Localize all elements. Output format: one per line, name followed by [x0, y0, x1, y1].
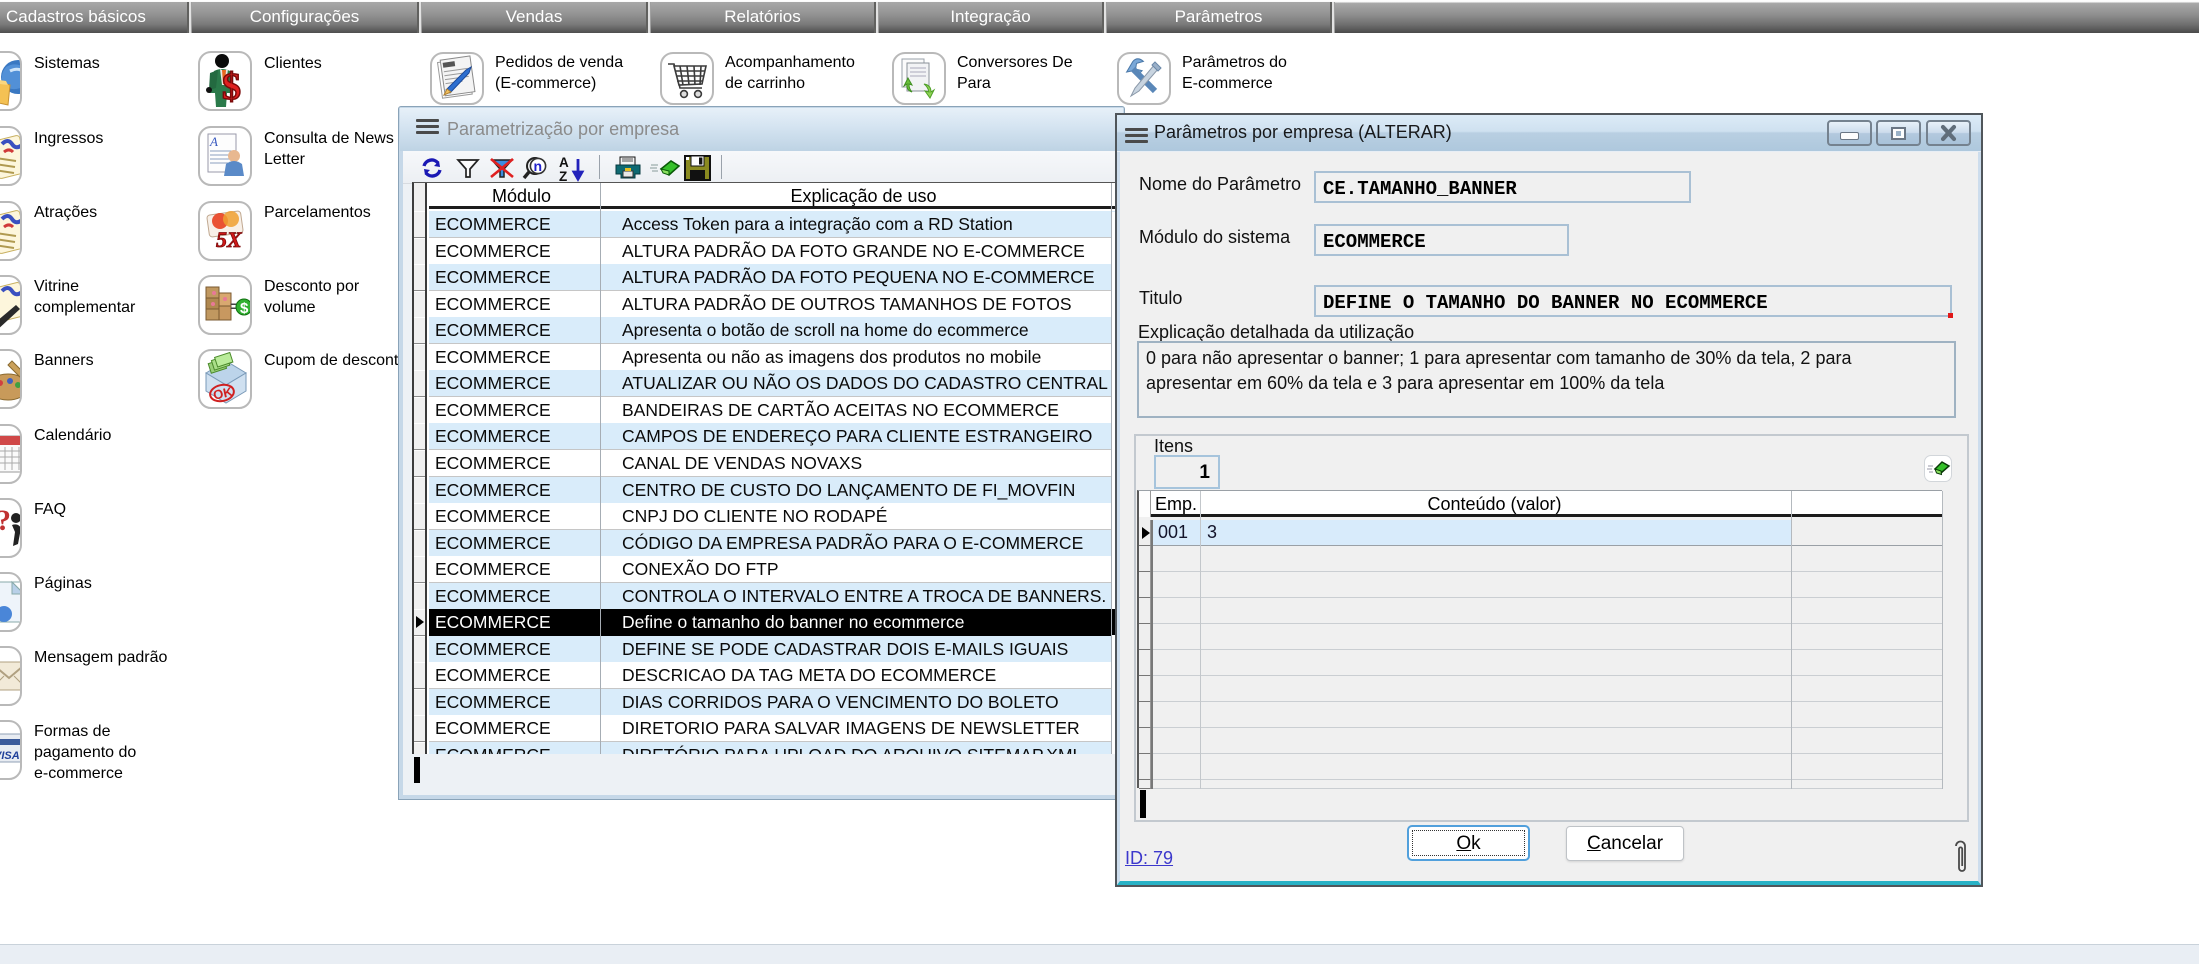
svg-text:VISA: VISA: [0, 750, 20, 762]
svg-text:$: $: [222, 66, 241, 108]
svg-text:A: A: [209, 134, 218, 149]
svg-text:$: $: [240, 300, 249, 317]
svg-text:5X: 5X: [216, 227, 243, 252]
svg-text:Z: Z: [559, 169, 567, 182]
svg-text:n: n: [534, 158, 543, 174]
svg-text:A: A: [559, 155, 569, 170]
svg-text:?: ?: [0, 504, 11, 537]
